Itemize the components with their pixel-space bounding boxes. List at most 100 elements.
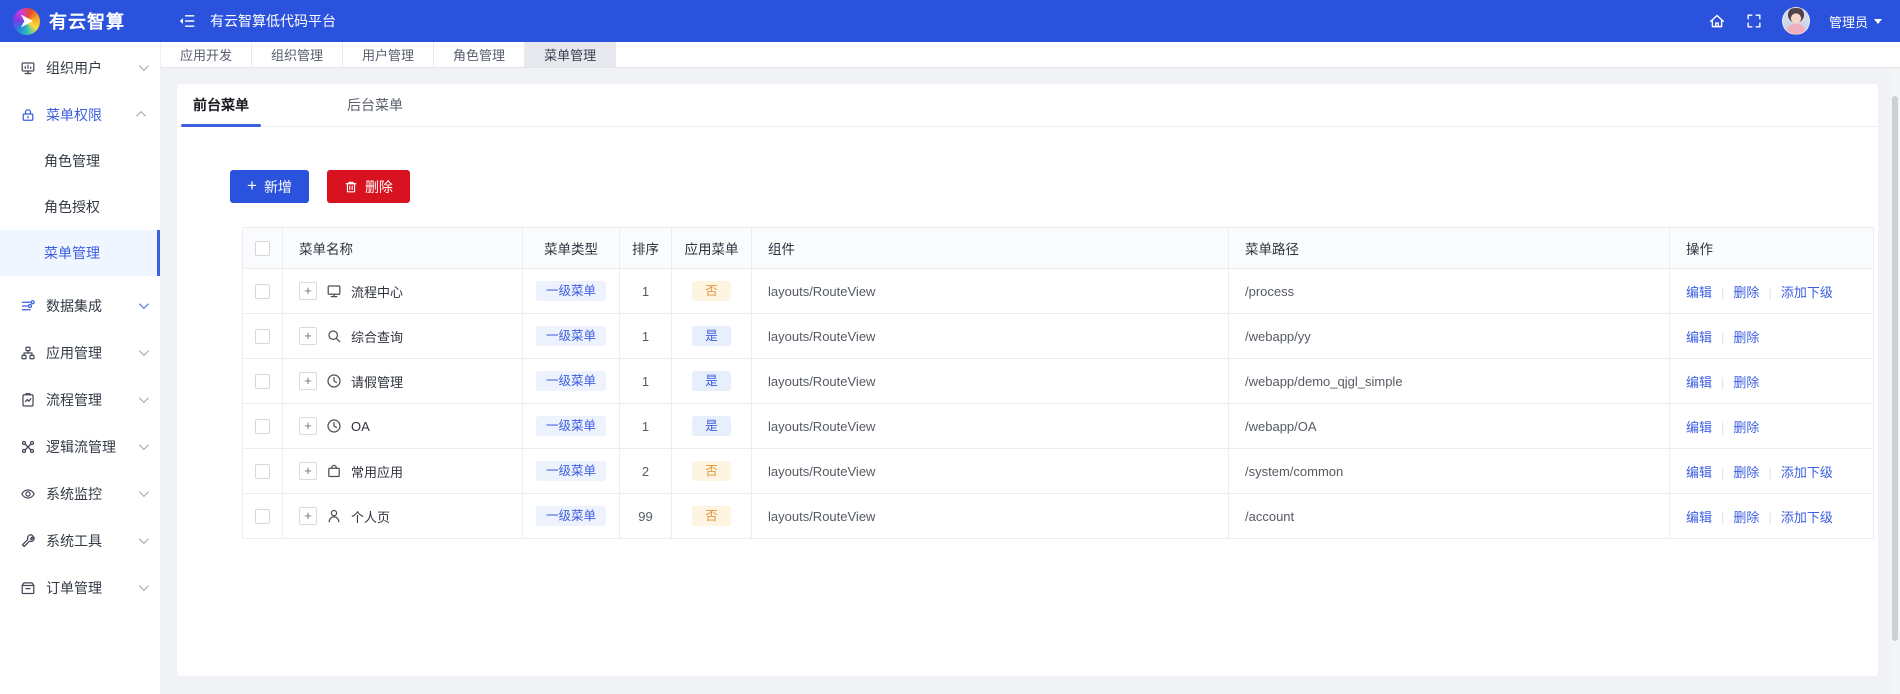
action-separator: |: [1768, 285, 1771, 300]
cell-component: layouts/RouteView: [752, 269, 1229, 314]
menu-type-badge: 一级菜单: [536, 461, 606, 482]
trash-icon: [344, 180, 358, 194]
table-row: +常用应用一级菜单2否layouts/RouteView/system/comm…: [243, 449, 1874, 494]
row-checkbox[interactable]: [255, 374, 270, 389]
sidebar: 组织用户菜单权限角色管理角色授权菜单管理数据集成应用管理流程管理逻辑流管理系统监…: [0, 42, 161, 694]
table-row: +流程中心一级菜单1否layouts/RouteView/process编辑|删…: [243, 269, 1874, 314]
sidebar-subitem-角色管理[interactable]: 角色管理: [0, 138, 160, 184]
row-checkbox[interactable]: [255, 329, 270, 344]
row-checkbox[interactable]: [255, 419, 270, 434]
platform-title: 有云智算低代码平台: [210, 11, 336, 31]
chevron-down-icon: [139, 534, 149, 544]
table-row: +个人页一级菜单99否layouts/RouteView/account编辑|删…: [243, 494, 1874, 539]
sidebar-item-label: 流程管理: [46, 390, 102, 410]
menu-name-label: 综合查询: [351, 327, 403, 346]
cell-app-menu: 是: [672, 404, 752, 449]
add-child-link[interactable]: 添加下级: [1781, 510, 1833, 525]
clock-icon: [326, 418, 342, 434]
clock-icon: [326, 373, 342, 389]
content-tab-1[interactable]: 前台菜单: [181, 84, 261, 126]
cell-checkbox: [243, 404, 283, 449]
edit-link[interactable]: 编辑: [1686, 420, 1712, 435]
edit-link[interactable]: 编辑: [1686, 285, 1712, 300]
column-header-component: 组件: [752, 228, 1229, 269]
cell-app-menu: 否: [672, 269, 752, 314]
top-tab-3[interactable]: 用户管理: [343, 42, 434, 67]
delete-link[interactable]: 删除: [1733, 465, 1759, 480]
expand-row-button[interactable]: +: [299, 327, 317, 345]
chevron-up-icon: [136, 111, 146, 121]
action-separator: |: [1721, 285, 1724, 300]
column-header-type: 菜单类型: [523, 228, 620, 269]
column-header-app_menu: 应用菜单: [672, 228, 752, 269]
cell-actions: 编辑 | 删除: [1670, 404, 1874, 449]
avatar[interactable]: [1782, 7, 1810, 35]
app-menu-badge: 否: [692, 281, 731, 302]
action-separator: |: [1721, 375, 1724, 390]
scrollbar-thumb[interactable]: [1892, 96, 1898, 641]
cell-menu-type: 一级菜单: [523, 494, 620, 539]
home-icon[interactable]: [1708, 12, 1726, 30]
sidebar-subitem-角色授权[interactable]: 角色授权: [0, 184, 160, 230]
sidebar-item-label: 菜单权限: [46, 105, 102, 125]
header-checkbox-cell: [243, 228, 283, 269]
app-menu-badge: 是: [692, 326, 731, 347]
delete-link[interactable]: 删除: [1733, 330, 1759, 345]
row-checkbox[interactable]: [255, 284, 270, 299]
vertical-scrollbar[interactable]: [1890, 68, 1900, 694]
sidebar-item-4[interactable]: 应用管理: [0, 329, 160, 376]
user-menu[interactable]: 管理员: [1829, 12, 1882, 31]
sidebar-item-1[interactable]: 组织用户: [0, 44, 160, 91]
expand-row-button[interactable]: +: [299, 462, 317, 480]
menu-fold-icon[interactable]: [178, 12, 196, 30]
add-child-link[interactable]: 添加下级: [1781, 285, 1833, 300]
sidebar-item-2[interactable]: 菜单权限: [0, 91, 160, 138]
chevron-down-icon: [1874, 19, 1882, 24]
row-checkbox[interactable]: [255, 464, 270, 479]
chevron-down-icon: [139, 346, 149, 356]
lock-icon: [20, 107, 36, 123]
add-child-link[interactable]: 添加下级: [1781, 465, 1833, 480]
bag-icon: [326, 463, 342, 479]
expand-row-button[interactable]: +: [299, 507, 317, 525]
cell-order: 1: [620, 359, 672, 404]
delete-link[interactable]: 删除: [1733, 285, 1759, 300]
delete-button[interactable]: 删除: [327, 170, 410, 203]
delete-link[interactable]: 删除: [1733, 375, 1759, 390]
sidebar-item-5[interactable]: 流程管理: [0, 376, 160, 423]
chevron-down-icon: [139, 487, 149, 497]
sidebar-item-7[interactable]: 系统监控: [0, 470, 160, 517]
expand-row-button[interactable]: +: [299, 417, 317, 435]
expand-row-button[interactable]: +: [299, 282, 317, 300]
edit-link[interactable]: 编辑: [1686, 375, 1712, 390]
edit-link[interactable]: 编辑: [1686, 510, 1712, 525]
action-separator: |: [1721, 420, 1724, 435]
edit-link[interactable]: 编辑: [1686, 465, 1712, 480]
fullscreen-icon[interactable]: [1745, 12, 1763, 30]
top-tab-5[interactable]: 菜单管理: [525, 42, 616, 67]
delete-link[interactable]: 删除: [1733, 420, 1759, 435]
page-tab-bar: 应用开发组织管理用户管理角色管理菜单管理: [161, 42, 1900, 68]
top-tab-1[interactable]: 应用开发: [161, 42, 252, 67]
top-tab-2[interactable]: 组织管理: [252, 42, 343, 67]
menu-type-badge: 一级菜单: [536, 326, 606, 347]
cell-component: layouts/RouteView: [752, 404, 1229, 449]
select-all-checkbox[interactable]: [255, 241, 270, 256]
user-icon: [326, 508, 342, 524]
add-button[interactable]: + 新增: [230, 170, 309, 203]
cell-actions: 编辑|删除|添加下级: [1670, 449, 1874, 494]
row-checkbox[interactable]: [255, 509, 270, 524]
cell-app-menu: 是: [672, 314, 752, 359]
sidebar-item-9[interactable]: 订单管理: [0, 564, 160, 611]
table-row: +请假管理一级菜单1是layouts/RouteView/webapp/demo…: [243, 359, 1874, 404]
sidebar-item-3[interactable]: 数据集成: [0, 282, 160, 329]
menu-type-badge: 一级菜单: [536, 506, 606, 527]
sidebar-item-8[interactable]: 系统工具: [0, 517, 160, 564]
expand-row-button[interactable]: +: [299, 372, 317, 390]
content-tab-2[interactable]: 后台菜单: [335, 84, 415, 126]
delete-link[interactable]: 删除: [1733, 510, 1759, 525]
sidebar-item-6[interactable]: 逻辑流管理: [0, 423, 160, 470]
edit-link[interactable]: 编辑: [1686, 330, 1712, 345]
sidebar-subitem-菜单管理[interactable]: 菜单管理: [0, 230, 160, 276]
top-tab-4[interactable]: 角色管理: [434, 42, 525, 67]
